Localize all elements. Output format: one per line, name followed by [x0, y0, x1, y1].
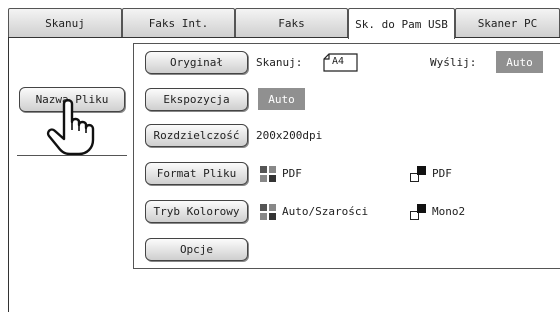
scan-to-usb-screen: Skanuj Faks Int. Faks Sk. do Pam USB Ska…	[0, 0, 560, 312]
exposure-auto-value: Auto	[258, 88, 305, 110]
pointing-hand-icon	[46, 99, 95, 156]
mode-tabs: Skanuj Faks Int. Faks Sk. do Pam USB Ska…	[8, 8, 560, 39]
paper-size-label: A4	[332, 56, 345, 67]
a4-paper-icon: A4	[323, 52, 358, 72]
tab-fax[interactable]: Faks	[235, 8, 348, 38]
color-quad-icon	[260, 204, 276, 220]
left-divider	[17, 155, 127, 156]
color-mode-mono-value: Mono2	[432, 205, 466, 218]
mono-icon	[410, 166, 426, 182]
divider-vertical	[133, 43, 134, 269]
divider-top	[133, 43, 560, 44]
resolution-button[interactable]: Rozdzielczość	[145, 124, 248, 147]
send-auto-value: Auto	[496, 51, 543, 73]
file-format-mono-value: PDF	[432, 167, 452, 180]
original-button[interactable]: Oryginał	[145, 51, 248, 74]
options-button[interactable]: Opcje	[145, 238, 248, 261]
tab-scan[interactable]: Skanuj	[8, 8, 122, 38]
tab-pc-scan[interactable]: Skaner PC	[455, 8, 560, 38]
color-quad-icon	[260, 166, 276, 182]
exposure-button[interactable]: Ekspozycja	[145, 88, 248, 111]
color-mode-button[interactable]: Tryb Kolorowy	[145, 200, 248, 223]
divider-bottom	[133, 268, 560, 269]
send-label: Wyślij:	[430, 56, 477, 69]
color-mode-color-value: Auto/Szarości	[282, 205, 369, 218]
file-format-color-value: PDF	[282, 167, 302, 180]
file-format-button[interactable]: Format Pliku	[145, 162, 248, 185]
resolution-value: 200x200dpi	[256, 129, 323, 142]
tab-scan-to-usb[interactable]: Sk. do Pam USB	[348, 8, 455, 39]
scan-label: Skanuj:	[256, 56, 303, 69]
tab-internet-fax[interactable]: Faks Int.	[122, 8, 235, 38]
mono-icon	[410, 204, 426, 220]
